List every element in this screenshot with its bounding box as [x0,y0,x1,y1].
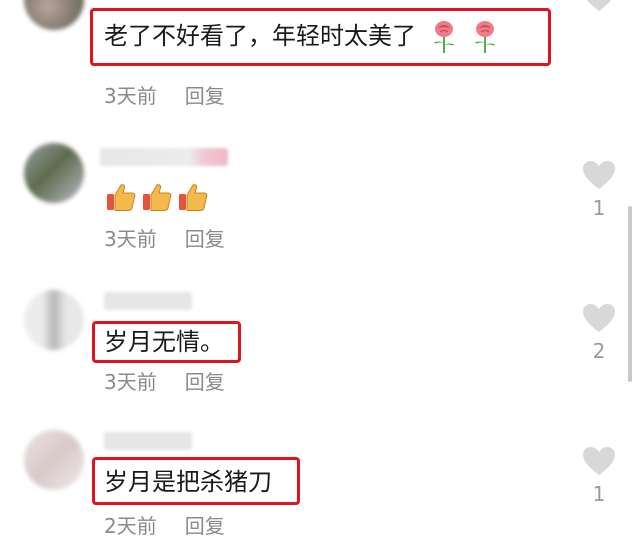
comment-text-content: 岁月是把杀猪刀 [104,468,272,496]
comment-time: 2天前 [104,514,157,538]
like-count: 1 [592,482,606,506]
comment-time: 3天前 [104,227,157,251]
comment-meta: 2天前 回复 [104,510,225,539]
comment-text-content: 老了不好看了，年轻时太美了 [104,22,416,50]
avatar[interactable] [24,143,84,203]
like-button[interactable]: 1 [582,160,616,220]
reply-button[interactable]: 回复 [185,227,225,251]
thumbs-up-icon [143,184,172,211]
heart-icon [583,447,615,475]
heart-icon [583,304,615,332]
rose-icon [433,21,454,53]
like-count: 2 [592,339,606,363]
like-button[interactable] [582,0,616,12]
thumbs-up-icon [107,184,136,211]
username[interactable] [104,432,192,450]
like-button[interactable]: 1 [582,446,616,506]
rose-icon [475,21,496,53]
reply-button[interactable]: 回复 [185,84,225,108]
reply-button[interactable]: 回复 [185,370,225,394]
comment-text: 岁月是把杀猪刀 [104,466,272,498]
thumbs-up-icon [179,184,208,211]
like-button[interactable]: 2 [582,303,616,363]
like-count: 1 [592,196,606,220]
comment-text: 岁月无情。 [104,326,224,358]
avatar[interactable] [24,0,84,30]
comment-meta: 3天前 回复 [104,223,225,252]
comment-text: 老了不好看了，年轻时太美了 [104,20,499,54]
heart-icon [583,161,615,189]
comment-meta: 3天前 回复 [104,366,225,395]
comment-text [106,180,214,212]
scrollbar[interactable] [628,206,632,382]
username[interactable] [100,148,228,166]
comment-text-content: 岁月无情。 [104,328,224,356]
avatar[interactable] [24,290,84,350]
comment-time: 3天前 [104,84,157,108]
heart-icon [586,0,612,11]
avatar[interactable] [24,430,84,490]
comment-meta: 3天前 回复 [104,80,225,109]
username[interactable] [104,292,192,310]
comment-time: 3天前 [104,370,157,394]
reply-button[interactable]: 回复 [185,514,225,538]
